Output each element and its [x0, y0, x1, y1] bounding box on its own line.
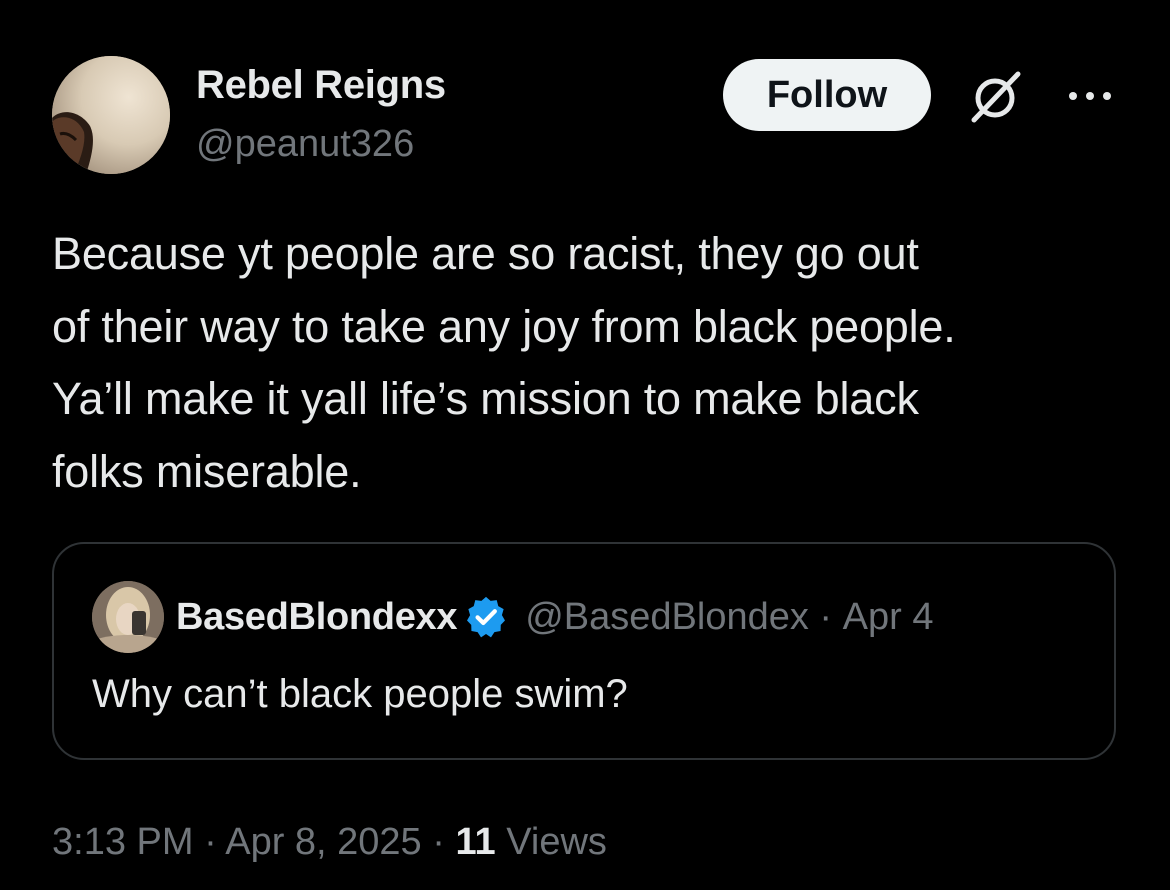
quoted-tweet-header: BasedBlondexx @BasedBlondex · Apr 4: [176, 592, 933, 642]
tweet-meta: 3:13 PM · Apr 8, 2025 · 11 Views: [52, 815, 607, 869]
follow-button[interactable]: Follow: [723, 59, 931, 131]
quoted-meta-separator: ·: [808, 595, 843, 638]
tweet-time[interactable]: 3:13 PM: [52, 821, 194, 863]
verified-badge-icon[interactable]: [463, 594, 509, 640]
quoted-tweet-text: Why can’t black people swim?: [92, 672, 628, 716]
quoted-author-avatar[interactable]: [92, 581, 164, 653]
quoted-author-avatar-image: [92, 581, 164, 653]
meta-separator-1: ·: [193, 821, 226, 863]
quoted-tweet-card[interactable]: BasedBlondexx @BasedBlondex · Apr 4 Why …: [52, 542, 1116, 760]
quoted-author-name[interactable]: BasedBlondexx: [176, 596, 458, 639]
views-count[interactable]: 11: [455, 821, 495, 863]
quoted-tweet-date[interactable]: Apr 4: [843, 596, 934, 639]
author-handle[interactable]: @peanut326: [196, 121, 414, 167]
author-display-name[interactable]: Rebel Reigns: [196, 62, 446, 108]
author-avatar-image: [52, 56, 170, 174]
tweet-date[interactable]: Apr 8, 2025: [225, 821, 421, 863]
quoted-author-handle[interactable]: @BasedBlondex: [525, 596, 809, 639]
views-label: Views: [495, 821, 607, 863]
grok-icon[interactable]: [966, 68, 1024, 126]
tweet-text: Because yt people are so racist, they go…: [52, 228, 956, 497]
more-icon[interactable]: [1066, 86, 1114, 106]
meta-separator-2: ·: [421, 821, 456, 863]
author-avatar[interactable]: [52, 56, 170, 174]
